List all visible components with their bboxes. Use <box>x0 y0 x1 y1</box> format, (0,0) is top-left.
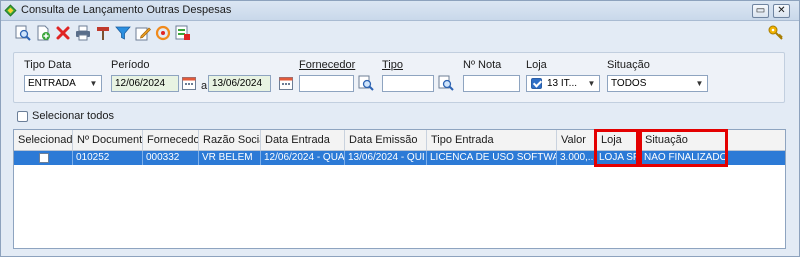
column-header-documento[interactable]: Nº Documento <box>73 130 143 150</box>
column-header-fornecedor[interactable]: Fornecedor <box>143 130 199 150</box>
toolbar <box>15 25 191 41</box>
column-header-razao-social[interactable]: Razão Social <box>199 130 261 150</box>
select-all-label[interactable]: Selecionar todos <box>32 110 114 122</box>
loja-label: Loja <box>526 59 547 71</box>
column-header-situacao[interactable]: Situação <box>641 130 727 150</box>
situacao-select[interactable]: TODOS ▼ <box>607 75 708 92</box>
tipo-label: Tipo <box>382 59 403 71</box>
chevron-down-icon: ▼ <box>587 79 596 88</box>
situacao-label: Situação <box>607 59 650 71</box>
refresh-icon[interactable] <box>155 25 171 41</box>
calendar-icon[interactable] <box>278 75 294 91</box>
cell-fornecedor: 000332 <box>143 151 199 165</box>
search-icon[interactable] <box>15 25 31 41</box>
results-grid: Selecionado Nº Documento Fornecedor Razã… <box>13 129 786 249</box>
delete-icon[interactable] <box>55 25 71 41</box>
loja-checkbox[interactable] <box>531 78 542 89</box>
column-header-data-entrada[interactable]: Data Entrada <box>261 130 345 150</box>
cell-valor: 3.000,... <box>557 151 595 165</box>
row-checkbox[interactable] <box>39 153 49 163</box>
print-icon[interactable] <box>75 25 91 41</box>
periodo-start-field[interactable]: 12/06/2024 <box>111 75 179 92</box>
lookup-icon[interactable] <box>438 75 454 91</box>
column-header-data-emissao[interactable]: Data Emissão <box>345 130 427 150</box>
periodo-label: Período <box>111 59 150 71</box>
periodo-end-field[interactable]: 13/06/2024 <box>208 75 271 92</box>
chevron-down-icon: ▼ <box>89 79 98 88</box>
column-header-selecionado[interactable]: Selecionado <box>14 130 73 150</box>
tipo-data-value: ENTRADA <box>28 78 76 89</box>
tipo-data-label: Tipo Data <box>24 59 72 71</box>
close-button[interactable]: ✕ <box>773 4 790 18</box>
cell-razao-social: VR BELEM <box>199 151 261 165</box>
column-header-tipo-entrada[interactable]: Tipo Entrada <box>427 130 557 150</box>
nota-field[interactable] <box>463 75 520 92</box>
column-header-valor[interactable]: Valor <box>557 130 595 150</box>
table-row[interactable]: 010252 000332 VR BELEM 12/06/2024 - QUA … <box>14 151 785 165</box>
column-header-loja[interactable]: Loja <box>595 130 641 150</box>
cell-loja: LOJA SP <box>595 151 641 165</box>
loja-select[interactable]: 13 IT... ▼ <box>526 75 600 92</box>
fornecedor-field[interactable] <box>299 75 354 92</box>
export-icon[interactable] <box>175 25 191 41</box>
loja-value: 13 IT... <box>547 78 578 89</box>
select-all-checkbox[interactable] <box>17 111 28 122</box>
nota-label: Nº Nota <box>463 59 502 71</box>
chevron-down-icon: ▼ <box>695 79 704 88</box>
title-bar: Consulta de Lançamento Outras Despesas ▭… <box>1 1 799 21</box>
calendar-icon[interactable] <box>181 75 197 91</box>
main-window: Consulta de Lançamento Outras Despesas ▭… <box>0 0 800 257</box>
periodo-separator: a <box>201 80 208 92</box>
new-document-icon[interactable] <box>35 25 51 41</box>
grid-header: Selecionado Nº Documento Fornecedor Razã… <box>14 130 785 151</box>
edit-icon[interactable] <box>135 25 151 41</box>
cell-situacao: NAO FINALIZADO <box>641 151 727 165</box>
cell-documento: 010252 <box>73 151 143 165</box>
fornecedor-label: Fornecedor <box>299 59 356 71</box>
cell-selecionado[interactable] <box>14 151 73 165</box>
restore-button[interactable]: ▭ <box>752 4 769 18</box>
tipo-data-select[interactable]: ENTRADA ▼ <box>24 75 102 92</box>
situacao-value: TODOS <box>611 78 647 89</box>
app-icon <box>4 4 17 17</box>
filter-panel: Tipo Data ENTRADA ▼ Período 12/06/2024 a… <box>13 52 785 103</box>
lookup-icon[interactable] <box>358 75 374 91</box>
cell-data-entrada: 12/06/2024 - QUA <box>261 151 345 165</box>
filter-icon[interactable] <box>115 25 131 41</box>
tools-icon[interactable] <box>95 25 111 41</box>
window-title: Consulta de Lançamento Outras Despesas <box>21 4 232 16</box>
cell-data-emissao: 13/06/2024 - QUI <box>345 151 427 165</box>
cell-tipo-entrada: LICENCA DE USO SOFTWARE <box>427 151 557 165</box>
key-icon[interactable] <box>768 25 784 41</box>
tipo-field[interactable] <box>382 75 434 92</box>
